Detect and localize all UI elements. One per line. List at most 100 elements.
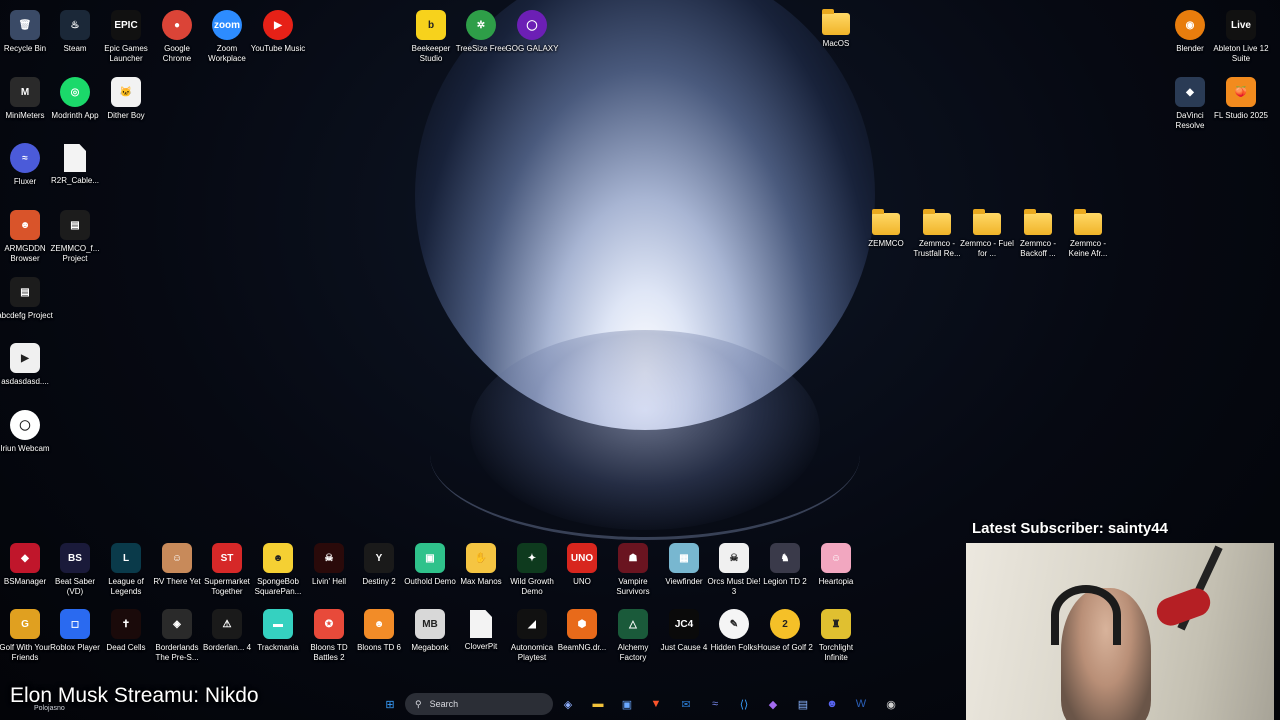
desktop-icon-vampire-survivors[interactable]: ☗ Vampire Survivors [608,538,658,606]
desktop-icon-label: Dead Cells [106,643,146,652]
desktop-icon-blender[interactable]: ◉ Blender [1165,5,1215,73]
desktop-icon-label: FL Studio 2025 [1214,111,1268,120]
desktop-icon-supermarket[interactable]: ST Supermarket Together [202,538,252,606]
taskbar-obs-icon[interactable]: ◉ [880,693,902,715]
desktop-icon-rv-there-yet[interactable]: ☺ RV There Yet [152,538,202,606]
desktop-icon-orcs-must-die[interactable]: ☠ Orcs Must Die! 3 [707,538,761,606]
desktop-icon-golf-with-friends[interactable]: G Golf With Your Friends [0,604,51,672]
taskbar-discord-icon[interactable]: ☻ [821,693,843,715]
desktop-icon-label: Just Cause 4 [660,643,708,652]
desktop-icon-bsmanager[interactable]: ◆ BSManager [0,538,50,606]
desktop-icon-max-manos[interactable]: ✋ Max Manos [456,538,506,606]
orcs-must-die-icon: ☠ [719,543,749,573]
desktop-icon-ableton[interactable]: Live Ableton Live 12 Suite [1213,5,1269,73]
desktop-icon-borderlands4[interactable]: ⚠ Borderlan... 4 [202,604,252,672]
desktop-icon-youtube-music[interactable]: ▶ YouTube Music [251,5,305,73]
desktop-icon-epic-games[interactable]: EPIC Epic Games Launcher [101,5,151,73]
desktop-icon-spongebob[interactable]: ☻ SpongeBob SquarePan... [253,538,303,606]
taskbar-copilot-icon[interactable]: ◈ [557,693,579,715]
latest-subscriber-overlay: Latest Subscriber: sainty44 [972,520,1168,537]
desktop-icon-zemmco-trustfall[interactable]: Zemmco - Trustfall Re... [912,205,962,273]
taskbar-store-icon[interactable]: ▣ [616,693,638,715]
desktop-icon-zemmco-project[interactable]: ▤ ZEMMCO_f... Project [50,205,100,273]
desktop-icon-bloons-battles[interactable]: ✪ Bloons TD Battles 2 [304,604,354,672]
desktop-icon-label: DaVinci Resolve [1175,111,1205,130]
hidden-folks-icon: ✎ [719,609,749,639]
desktop-icon-abcdefg-project[interactable]: ▤ abcdefg Project [0,272,53,340]
desktop-icon-hidden-folks[interactable]: ✎ Hidden Folks [709,604,759,672]
treesize-icon: ✲ [466,10,496,40]
desktop-icon-dither-boy[interactable]: 🐱 Dither Boy [101,72,151,140]
desktop-icon-r2r-cable[interactable]: R2R_Cable... [50,138,100,206]
taskbar-word-icon[interactable]: W [850,693,872,715]
folder-icon [872,209,900,235]
max-manos-icon: ✋ [466,543,496,573]
outhold-icon: ▣ [415,543,445,573]
taskbar-vscode-icon[interactable]: ⟨⟩ [733,693,755,715]
desktop-icon-legion-td2[interactable]: ♞ Legion TD 2 [760,538,810,606]
zoom-icon: zoom [212,10,242,40]
desktop-icon-label: Orcs Must Die! 3 [707,577,761,596]
desktop-icon-wild-growth[interactable]: ✦ Wild Growth Demo [507,538,557,606]
desktop-icon-uno[interactable]: UNO UNO [557,538,607,606]
desktop-icon-zemmco-fuel[interactable]: Zemmco - Fuel for ... [960,205,1014,273]
taskbar-fluxer-tb-icon[interactable]: ≈ [704,693,726,715]
golf-with-friends-icon: G [10,609,40,639]
desktop-icon-torchlight[interactable]: ♜ Torchlight Infinite [811,604,861,672]
desktop-icon-just-cause-4[interactable]: JC4 Just Cause 4 [659,604,709,672]
taskbar-obsidian-icon[interactable]: ◆ [762,693,784,715]
desktop-icon-trackmania[interactable]: ▬ Trackmania [253,604,303,672]
desktop-icon-heartopia[interactable]: ☺ Heartopia [811,538,861,606]
desktop-icon-gog-galaxy[interactable]: ◯ GOG GALAXY [506,5,558,73]
desktop-icon-asdasdasd[interactable]: ▶ asdasdasd.... [0,338,50,406]
desktop-icon-steam[interactable]: ♨ Steam [50,5,100,73]
desktop-icon-iriun-webcam[interactable]: ◯ Iriun Webcam [0,405,50,473]
desktop-icon-cloverpit[interactable]: CloverPit [456,604,506,672]
livin-hell-icon: ☠ [314,543,344,573]
desktop-icon-viewfinder[interactable]: ▦ Viewfinder [659,538,709,606]
desktop-icon-treesize[interactable]: ✲ TreeSize Free [456,5,506,73]
desktop-icon-fl-studio[interactable]: 🍑 FL Studio 2025 [1214,72,1268,140]
desktop-icon-label: UNO [573,577,591,586]
desktop-icon-outhold[interactable]: ▣ Outhold Demo [404,538,456,606]
autonomica-icon: ◢ [517,609,547,639]
desktop-icon-beamng[interactable]: ⬢ BeamNG.dr... [557,604,607,672]
desktop-icon-bloons-td6[interactable]: ☻ Bloons TD 6 [354,604,404,672]
taskbar-outlook-icon[interactable]: ✉ [675,693,697,715]
desktop-icon-zemmco-backoff[interactable]: Zemmco - Backoff ... [1013,205,1063,273]
davinci-icon: ◆ [1175,77,1205,107]
desktop-icon-label: Iriun Webcam [0,444,50,453]
desktop-icon-armgddn[interactable]: ☻ ARMGDDN Browser [0,205,50,273]
desktop-icon-zemmco-folder[interactable]: ZEMMCO [861,205,911,273]
bsmanager-icon: ◆ [10,543,40,573]
desktop-icon-beat-saber[interactable]: BS Beat Saber (VD) [50,538,100,606]
desktop-icon-minimeters[interactable]: M MiniMeters [0,72,50,140]
desktop-icon-autonomica[interactable]: ◢ Autonomica Playtest [507,604,557,672]
taskbar-notepad-icon[interactable]: ▤ [792,693,814,715]
desktop-icon-dead-cells[interactable]: ✝ Dead Cells [101,604,151,672]
desktop-icon-davinci[interactable]: ◆ DaVinci Resolve [1165,72,1215,140]
taskbar-start-icon[interactable]: ⊞ [379,693,401,715]
taskbar-brave-icon[interactable]: ▼ [645,693,667,715]
desktop-icon-fluxer[interactable]: ≈ Fluxer [0,138,50,206]
desktop-icon-league[interactable]: L League of Legends [101,538,151,606]
desktop-icon-google-chrome[interactable]: ● Google Chrome [152,5,202,73]
ableton-icon: Live [1226,10,1256,40]
desktop-icon-livin-hell[interactable]: ☠ Livin' Hell [304,538,354,606]
taskbar-search[interactable]: ⚲ Search [405,693,553,715]
desktop-icon-destiny2[interactable]: Y Destiny 2 [354,538,404,606]
desktop-icon-megabonk[interactable]: MB Megabonk [405,604,455,672]
desktop-icon-roblox[interactable]: ◻ Roblox Player [50,604,100,672]
taskbar-file-explorer-icon[interactable]: ▬ [587,693,609,715]
desktop-icon-modrinth[interactable]: ◎ Modrinth App [50,72,100,140]
desktop-icon-label: abcdefg Project [0,311,53,320]
desktop-icon-label: Golf With Your Friends [0,643,51,662]
desktop-icon-alchemy-factory[interactable]: △ Alchemy Factory [608,604,658,672]
desktop-icon-macos-folder[interactable]: MacOS [811,5,861,73]
desktop-icon-zemmco-keine[interactable]: Zemmco - Keine Afr... [1063,205,1113,273]
desktop-icon-borderlands-pre[interactable]: ◈ Borderlands The Pre-S... [152,604,202,672]
desktop-icon-beekeeper[interactable]: b Beekeeper Studio [406,5,456,73]
desktop-icon-zoom[interactable]: zoom Zoom Workplace [202,5,252,73]
desktop-icon-house-of-golf-2[interactable]: 2 House of Golf 2 [757,604,813,672]
desktop-icon-recycle-bin[interactable]: 🗑 Recycle Bin [0,5,50,73]
